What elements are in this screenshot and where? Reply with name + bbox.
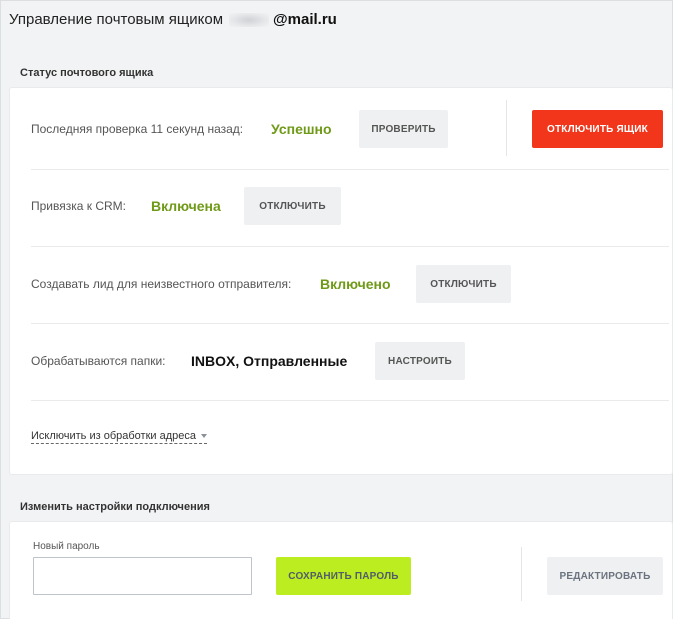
- vertical-divider: [506, 100, 507, 156]
- status-section-title: Статус почтового ящика: [20, 67, 154, 79]
- password-label: Новый пароль: [33, 541, 100, 552]
- redacted-username: [229, 13, 270, 28]
- page-title: Управление почтовым ящиком @mail.ru: [9, 11, 337, 28]
- disable-mailbox-button[interactable]: Отключить ящик: [532, 110, 663, 148]
- chevron-down-icon: [200, 434, 207, 439]
- row-divider: [31, 246, 669, 247]
- folders-value: INBOX, Отправленные: [191, 353, 348, 369]
- lead-disable-button[interactable]: Отключить: [416, 265, 511, 303]
- new-password-input[interactable]: [33, 557, 252, 595]
- row-divider: [31, 400, 669, 401]
- last-check-label: Последняя проверка 11 секунд назад:: [31, 122, 244, 136]
- row-divider: [31, 169, 669, 170]
- last-check-status: Успешно: [271, 121, 332, 137]
- exclude-addresses-label: Исключить из обработки адреса: [31, 430, 196, 442]
- lead-label: Создавать лид для неизвестного отправите…: [31, 277, 292, 291]
- row-divider: [31, 323, 669, 324]
- crm-disable-button[interactable]: Отключить: [244, 187, 341, 225]
- vertical-divider: [521, 547, 522, 601]
- connection-card: Новый пароль Сохранить пароль Редактиров…: [9, 521, 673, 619]
- mailbox-domain: @mail.ru: [273, 11, 337, 28]
- connection-section-title: Изменить настройки подключения: [20, 501, 210, 513]
- edit-connection-button[interactable]: Редактировать: [547, 557, 663, 595]
- configure-folders-button[interactable]: Настроить: [375, 342, 465, 380]
- exclude-addresses-link[interactable]: Исключить из обработки адреса: [31, 430, 207, 444]
- crm-status: Включена: [151, 198, 221, 214]
- crm-label: Привязка к CRM:: [31, 199, 127, 213]
- lead-status: Включено: [320, 276, 391, 292]
- save-password-button[interactable]: Сохранить пароль: [276, 557, 411, 595]
- check-button[interactable]: Проверить: [359, 110, 448, 148]
- status-card: Последняя проверка 11 секунд назад: Успе…: [9, 87, 673, 475]
- folders-label: Обрабатываются папки:: [31, 354, 166, 368]
- page-title-text: Управление почтовым ящиком: [9, 11, 224, 28]
